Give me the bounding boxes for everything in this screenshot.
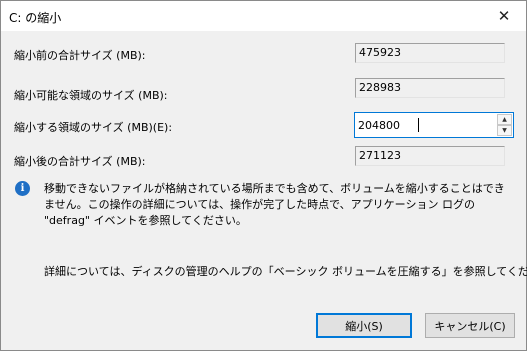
shrink-amount-stepper[interactable]: ▲ ▼ — [354, 112, 514, 138]
title-bar: C: の縮小 ✕ — [1, 1, 526, 31]
cancel-button[interactable]: キャンセル(C) — [425, 313, 515, 338]
info-icon: i — [15, 181, 30, 196]
total-after-label: 縮小後の合計サイズ (MB): — [14, 155, 146, 168]
shrink-amount-input[interactable] — [358, 117, 488, 133]
shrink-dialog: C: の縮小 ✕ 縮小前の合計サイズ (MB): 475923 縮小可能な領域の… — [0, 0, 527, 351]
total-before-label: 縮小前の合計サイズ (MB): — [14, 49, 146, 62]
spin-up-icon[interactable]: ▲ — [497, 114, 512, 125]
total-before-value: 475923 — [355, 43, 505, 63]
close-icon[interactable]: ✕ — [482, 1, 526, 31]
window-title: C: の縮小 — [9, 11, 62, 25]
shrink-button[interactable]: 縮小(S) — [316, 313, 412, 338]
text-caret — [418, 118, 419, 132]
help-link-text: 詳細については、ディスクの管理のヘルプの「ベーシック ボリュームを圧縮する」を参… — [44, 265, 527, 278]
total-after-value: 271123 — [355, 146, 505, 166]
info-message: 移動できないファイルが格納されている場所までも含めて、ボリュームを縮小することは… — [44, 182, 505, 227]
spin-down-icon[interactable]: ▼ — [497, 125, 512, 136]
available-value: 228983 — [355, 78, 505, 98]
available-label: 縮小可能な領域のサイズ (MB): — [14, 89, 168, 102]
shrink-amount-label: 縮小する領域のサイズ (MB)(E): — [14, 121, 173, 134]
